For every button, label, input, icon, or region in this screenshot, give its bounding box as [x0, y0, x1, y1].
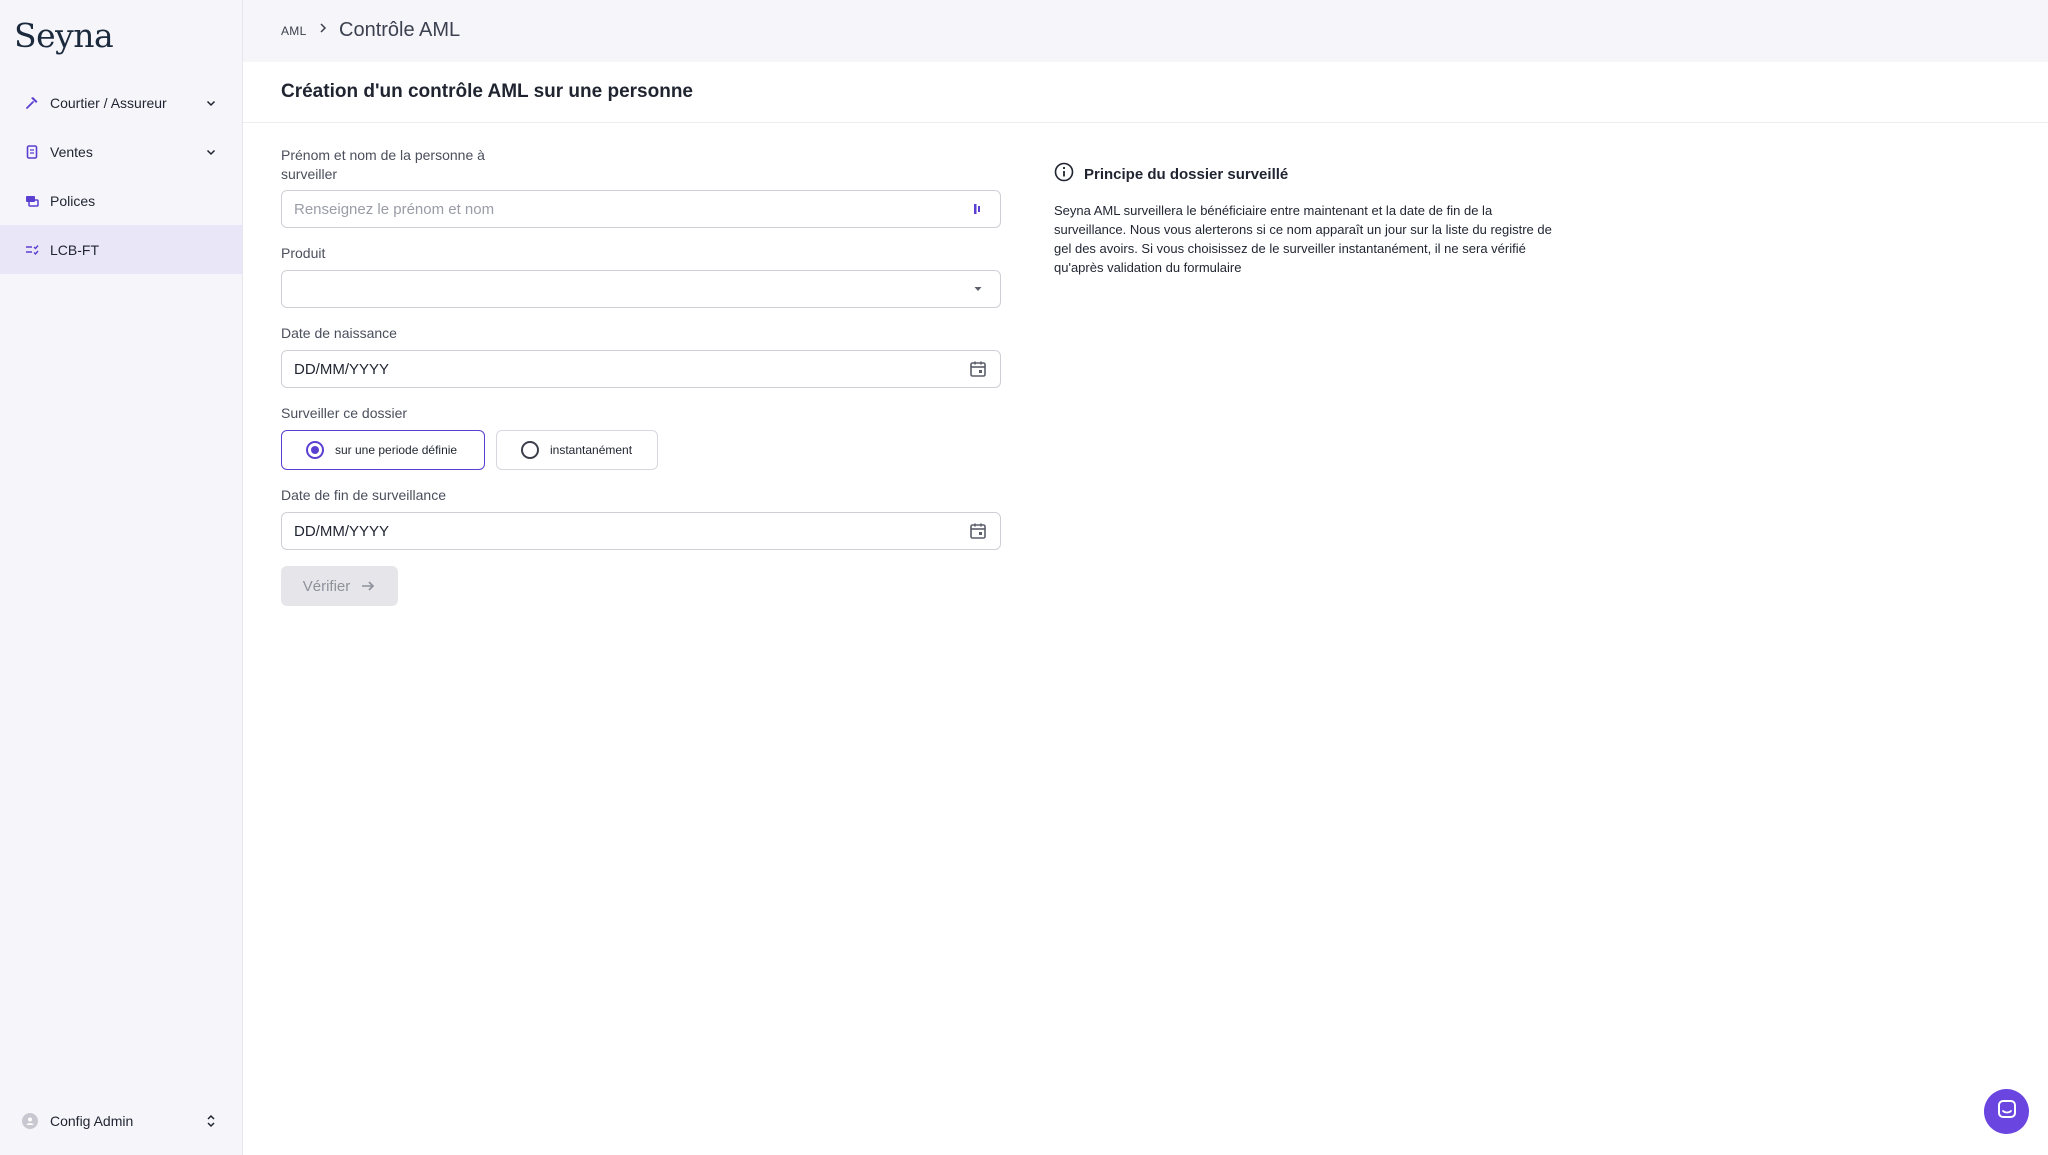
info-text: Seyna AML surveillera le bénéficiaire en… — [1054, 203, 1552, 275]
sidebar-item-lcb-ft[interactable]: LCB-FT — [0, 225, 242, 274]
verify-button-label: Vérifier — [302, 577, 351, 595]
sidebar-item-courtier-assureur[interactable]: Courtier / Assureur — [0, 78, 242, 127]
calendar-icon[interactable] — [968, 359, 988, 379]
sidebar-item-label: Polices — [50, 192, 96, 209]
sidebar: Seyna Courtier / Assureur Ventes Polices… — [0, 0, 243, 1155]
config-admin-menu[interactable]: Config Admin — [0, 1097, 242, 1145]
chevron-right-icon — [316, 21, 330, 35]
chevron-up-down-icon — [204, 1114, 218, 1128]
end-date-label: Date de fin de surveillance — [281, 487, 446, 503]
stack-icon — [24, 193, 40, 209]
page-title-bar: Création d'un contrôle AML sur une perso… — [243, 62, 2048, 123]
name-label: Prénom et nom de la personne à surveille… — [281, 147, 485, 182]
sidebar-item-polices[interactable]: Polices — [0, 176, 242, 225]
app-logo[interactable]: Seyna — [14, 16, 114, 55]
calendar-icon[interactable] — [968, 521, 988, 541]
breadcrumb-parent[interactable]: AML — [281, 24, 307, 38]
radio-indicator[interactable] — [521, 441, 539, 459]
chat-launcher-button[interactable] — [1984, 1089, 2029, 1134]
top-header: AML Contrôle AML — [243, 0, 2048, 62]
user-circle-icon — [22, 1113, 38, 1129]
radio-instant[interactable]: instantanément — [496, 430, 658, 470]
sidebar-item-ventes[interactable]: Ventes — [0, 127, 242, 176]
page-title: Création d'un contrôle AML sur une perso… — [281, 81, 693, 102]
radio-label: instantanément — [550, 443, 633, 457]
sidebar-item-label: Courtier / Assureur — [50, 94, 167, 111]
radio-indicator[interactable] — [306, 441, 324, 459]
chat-icon — [1996, 1098, 2018, 1125]
name-input[interactable] — [294, 200, 969, 218]
document-icon — [24, 144, 40, 160]
caret-down-icon[interactable] — [968, 279, 988, 299]
chevron-down-icon[interactable] — [204, 145, 218, 159]
birth-date-value[interactable]: DD/MM/YYYY — [294, 361, 968, 378]
info-title: Principe du dossier surveillé — [1084, 166, 1289, 183]
radio-label: sur une periode définie — [335, 443, 458, 457]
breadcrumb-current: Contrôle AML — [339, 19, 461, 41]
password-manager-icon[interactable] — [969, 199, 988, 219]
info-header: Principe du dossier surveillé — [1054, 162, 1554, 187]
sidebar-nav: Courtier / Assureur Ventes Polices LCB-F… — [0, 78, 242, 274]
monitor-label: Surveiller ce dossier — [281, 405, 408, 421]
birth-date-field[interactable]: DD/MM/YYYY — [281, 350, 1001, 388]
product-label: Produit — [281, 245, 326, 261]
birth-label: Date de naissance — [281, 325, 397, 341]
sidebar-item-label: Ventes — [50, 143, 93, 160]
info-panel: Principe du dossier surveillé Seyna AML … — [1054, 162, 1554, 277]
name-field[interactable] — [281, 190, 1001, 228]
end-date-field[interactable]: DD/MM/YYYY — [281, 512, 1001, 550]
chevron-down-icon[interactable] — [204, 96, 218, 110]
product-select[interactable] — [281, 270, 1001, 308]
info-icon — [1054, 162, 1074, 187]
end-date-value[interactable]: DD/MM/YYYY — [294, 523, 968, 540]
config-admin-label: Config Admin — [50, 1113, 134, 1129]
sidebar-item-label: LCB-FT — [50, 241, 99, 258]
arrow-right-icon — [360, 578, 376, 594]
checklist-icon — [24, 242, 40, 258]
hammer-icon — [24, 95, 40, 111]
verify-button[interactable]: Vérifier — [281, 566, 398, 606]
radio-defined-period[interactable]: sur une periode définie — [281, 430, 485, 470]
